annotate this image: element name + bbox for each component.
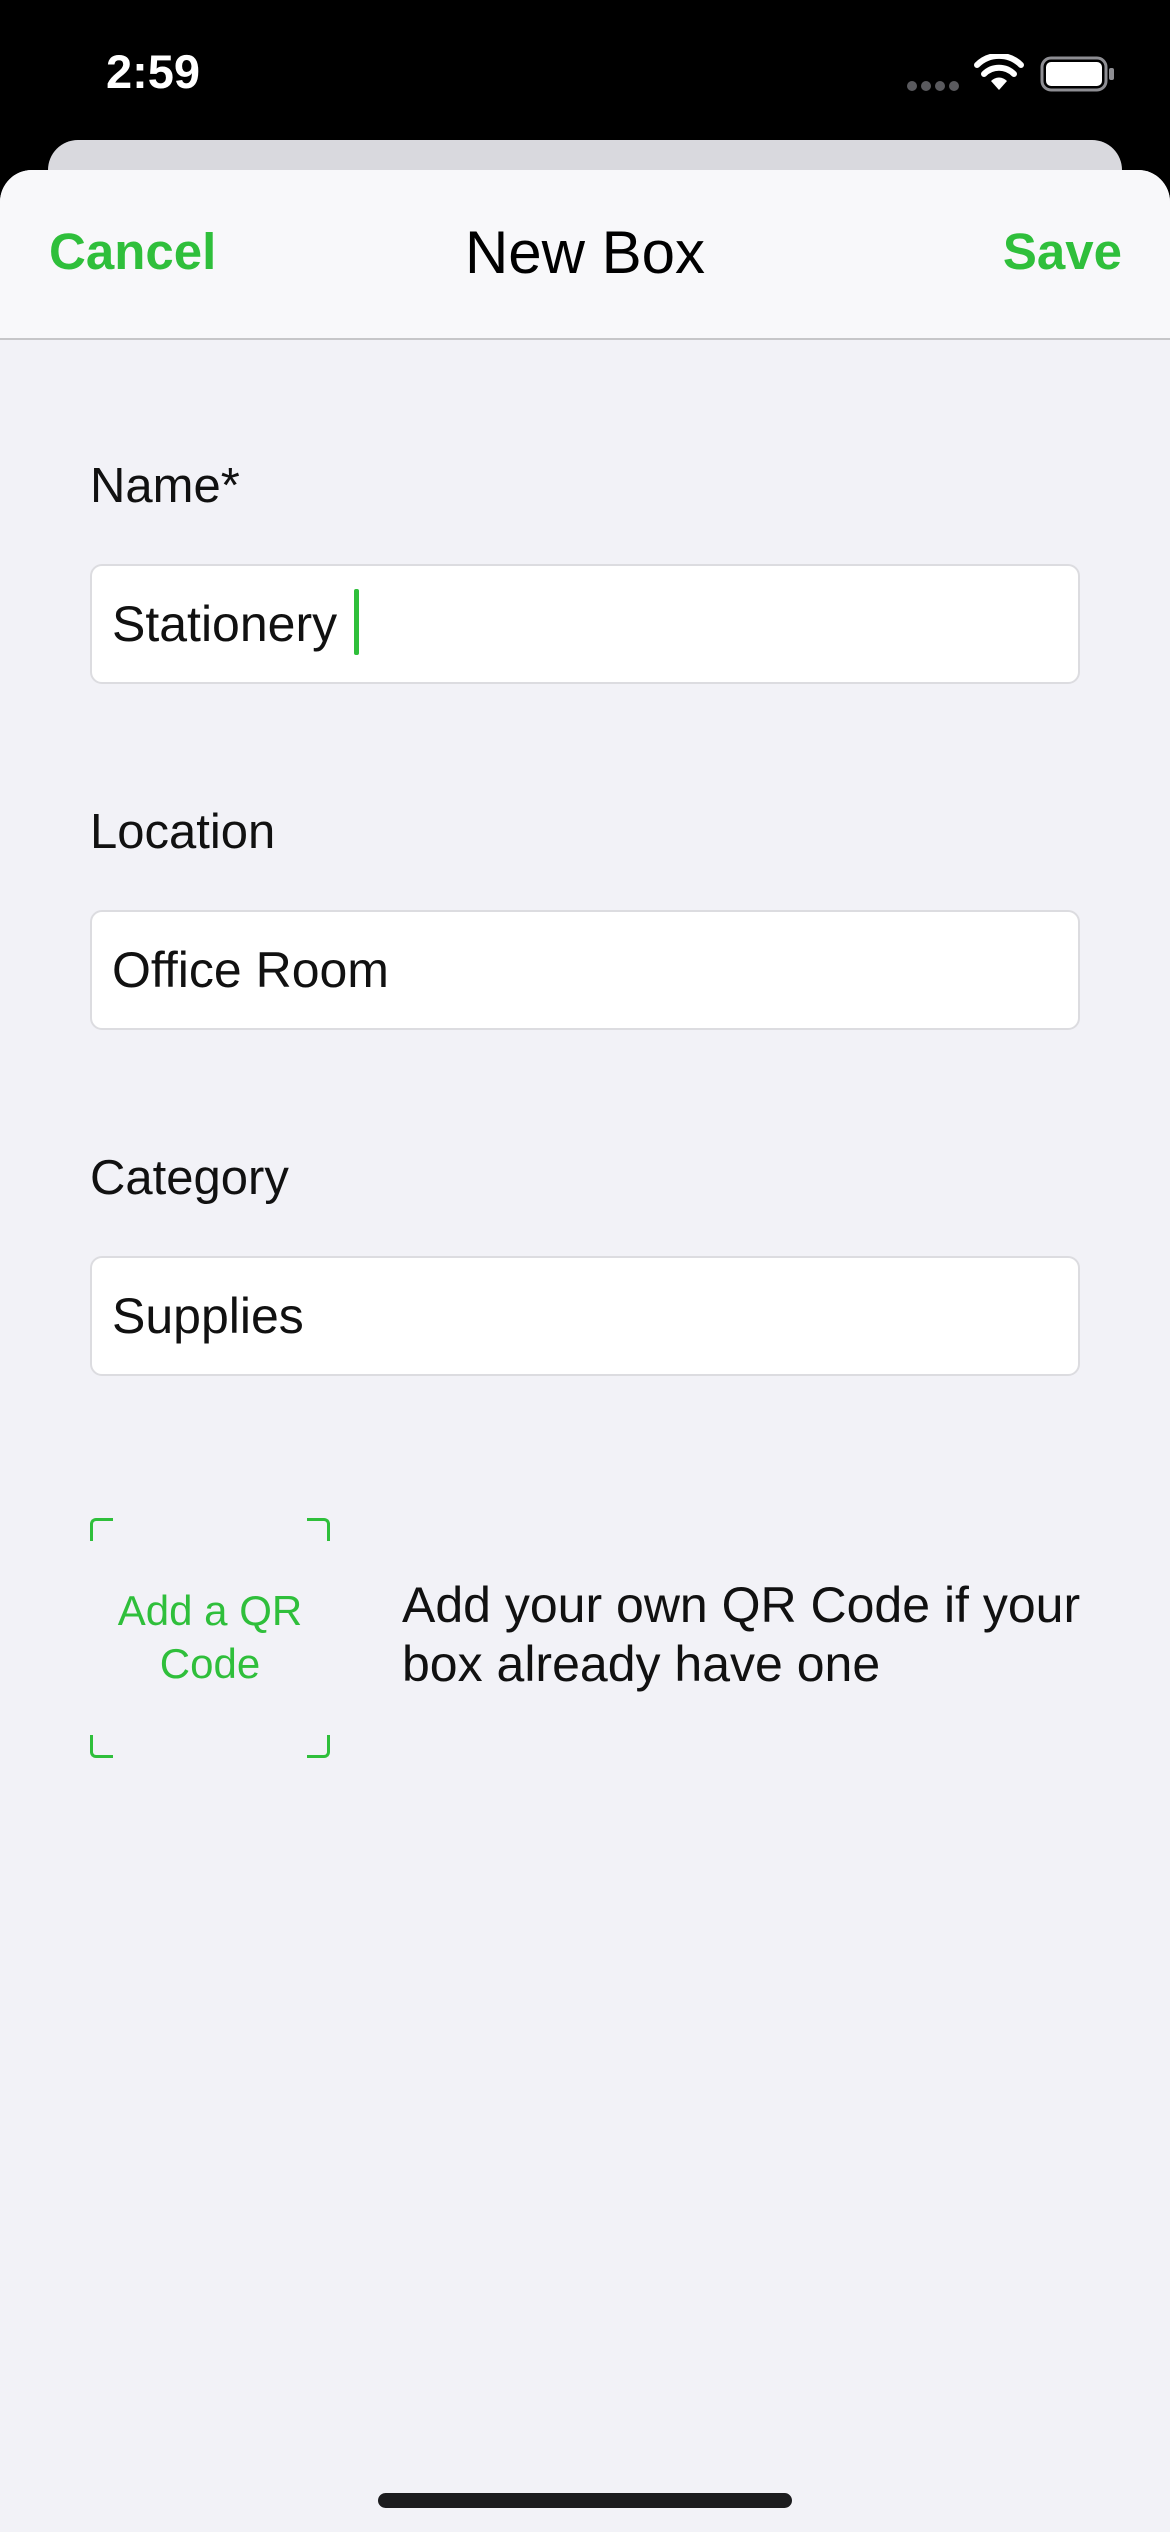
category-field[interactable] xyxy=(90,1256,1080,1376)
screen: 2:59 Cancel New Box Save Name* Location xyxy=(0,0,1170,2532)
location-field[interactable] xyxy=(90,910,1080,1030)
save-button[interactable]: Save xyxy=(1003,222,1122,281)
qr-frame-corner-icon xyxy=(90,1518,113,1541)
add-qr-code-button[interactable]: Add a QR Code xyxy=(90,1518,330,1758)
status-bar: 2:59 xyxy=(0,0,1170,140)
name-field[interactable] xyxy=(90,564,1080,684)
qr-code-hint: Add your own QR Code if your box already… xyxy=(402,1577,1081,1692)
status-time: 2:59 xyxy=(106,45,201,98)
navigation-bar: Cancel New Box Save xyxy=(0,170,1170,340)
new-box-sheet: Cancel New Box Save Name* Location Categ… xyxy=(0,170,1170,2532)
add-qr-code-label: Add a QR Code xyxy=(117,1587,303,1687)
wifi-icon xyxy=(974,54,1024,90)
text-cursor xyxy=(354,589,359,655)
page-title: New Box xyxy=(464,219,706,286)
location-field-label: Location xyxy=(90,805,276,859)
qr-frame-corner-icon xyxy=(90,1735,113,1758)
battery-icon xyxy=(1040,56,1114,92)
category-field-label: Category xyxy=(90,1151,289,1205)
qr-frame-corner-icon xyxy=(307,1518,330,1541)
qr-frame-corner-icon xyxy=(307,1735,330,1758)
name-field-label: Name* xyxy=(90,459,240,513)
home-indicator[interactable] xyxy=(378,2493,792,2508)
cellular-signal-icon xyxy=(907,81,959,91)
